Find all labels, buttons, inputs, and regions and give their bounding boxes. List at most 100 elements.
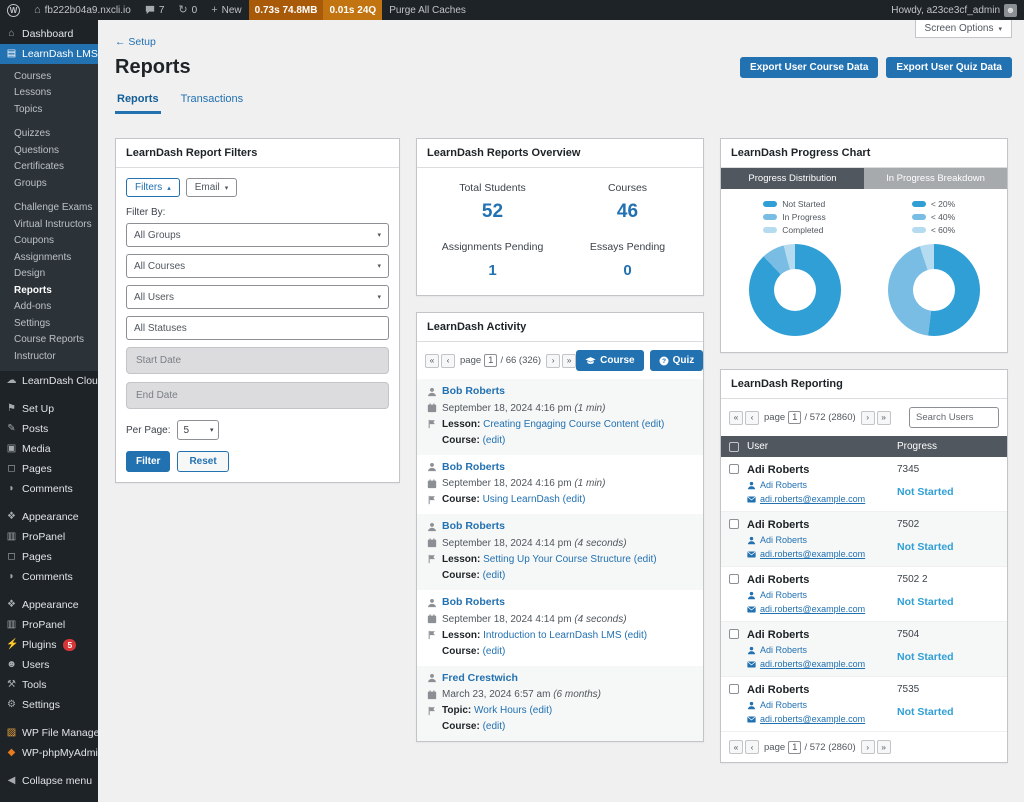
- reset-button[interactable]: Reset: [177, 451, 228, 472]
- new-content-menu[interactable]: + New: [204, 0, 248, 20]
- activity-object-link[interactable]: Introduction to LearnDash LMS: [483, 630, 621, 641]
- sidebar-item-challenge-exams[interactable]: Challenge Exams: [0, 200, 98, 217]
- statuses-select[interactable]: All Statuses: [126, 316, 389, 340]
- user-email-link[interactable]: adi.roberts@example.com: [760, 494, 865, 504]
- sidebar-item-pages[interactable]: ◻Pages: [0, 547, 98, 567]
- activity-object-link[interactable]: Setting Up Your Course Structure: [483, 554, 631, 565]
- groups-select[interactable]: All Groups ▾: [126, 223, 389, 247]
- user-email-link[interactable]: adi.roberts@example.com: [760, 659, 865, 669]
- sidebar-item-assignments[interactable]: Assignments: [0, 249, 98, 266]
- setup-back-link[interactable]: ← Setup: [115, 36, 156, 48]
- user-email-link[interactable]: adi.roberts@example.com: [760, 604, 865, 614]
- prev-page-button[interactable]: ‹: [745, 411, 759, 425]
- sidebar-item-quizzes[interactable]: Quizzes: [0, 126, 98, 143]
- sidebar-item-dashboard[interactable]: ⌂ Dashboard: [0, 24, 98, 44]
- last-page-button[interactable]: »: [877, 740, 891, 754]
- user-profile-link[interactable]: Adi Roberts: [760, 645, 807, 655]
- sidebar-item-media[interactable]: ▣Media: [0, 439, 98, 459]
- row-checkbox[interactable]: [729, 464, 739, 474]
- activity-user-link[interactable]: Fred Crestwich: [442, 672, 518, 686]
- first-page-button[interactable]: «: [729, 411, 743, 425]
- user-profile-link[interactable]: Adi Roberts: [760, 480, 807, 490]
- page-number-input[interactable]: 1: [788, 411, 801, 424]
- edit-link[interactable]: (edit): [483, 570, 506, 581]
- sidebar-item-questions[interactable]: Questions: [0, 142, 98, 159]
- page-number-input[interactable]: 1: [788, 741, 801, 754]
- sidebar-item-comments[interactable]: ◗Comments: [0, 567, 98, 587]
- edit-link[interactable]: (edit): [563, 494, 586, 505]
- sidebar-item-lessons[interactable]: Lessons: [0, 85, 98, 102]
- sidebar-item-wp-file-manager[interactable]: ▨WP File Manager: [0, 723, 98, 743]
- next-page-button[interactable]: ›: [861, 411, 875, 425]
- sidebar-item-users[interactable]: ☻Users: [0, 655, 98, 675]
- sidebar-item-learndash-cloud[interactable]: ☁LearnDash Cloud: [0, 371, 98, 391]
- sidebar-item-groups[interactable]: Groups: [0, 175, 98, 192]
- sidebar-item-set-up[interactable]: ⚑Set Up: [0, 399, 98, 419]
- course-activity-button[interactable]: Course: [576, 350, 643, 371]
- activity-user-link[interactable]: Bob Roberts: [442, 461, 505, 475]
- sidebar-item-comments[interactable]: ◗Comments: [0, 479, 98, 499]
- start-date-input[interactable]: [126, 347, 389, 374]
- filters-toggle-button[interactable]: Filters ▴: [126, 178, 180, 197]
- edit-link[interactable]: (edit): [529, 705, 552, 716]
- sidebar-item-collapse-menu[interactable]: ◀Collapse menu: [0, 771, 98, 791]
- email-dropdown-button[interactable]: Email ▾: [186, 178, 238, 197]
- row-checkbox[interactable]: [729, 684, 739, 694]
- user-profile-link[interactable]: Adi Roberts: [760, 700, 807, 710]
- activity-user-link[interactable]: Bob Roberts: [442, 385, 505, 399]
- user-email-link[interactable]: adi.roberts@example.com: [760, 549, 865, 559]
- sidebar-item-settings[interactable]: ⚙Settings: [0, 695, 98, 715]
- sidebar-item-propanel[interactable]: ▥ProPanel: [0, 615, 98, 635]
- sidebar-item-topics[interactable]: Topics: [0, 101, 98, 118]
- prev-page-button[interactable]: ‹: [745, 740, 759, 754]
- courses-select[interactable]: All Courses ▾: [126, 254, 389, 278]
- per-page-select[interactable]: 5 ▾: [177, 420, 219, 440]
- sidebar-item-coupons[interactable]: Coupons: [0, 233, 98, 250]
- edit-link[interactable]: (edit): [642, 419, 665, 430]
- sidebar-item-learndash-lms[interactable]: ▤ LearnDash LMS: [0, 44, 98, 64]
- row-checkbox[interactable]: [729, 629, 739, 639]
- activity-object-link[interactable]: Creating Engaging Course Content: [483, 419, 639, 430]
- sidebar-item-settings[interactable]: Settings: [0, 315, 98, 332]
- sidebar-item-virtual-instructors[interactable]: Virtual Instructors: [0, 216, 98, 233]
- comments-menu[interactable]: 7: [138, 0, 172, 20]
- sidebar-item-propanel[interactable]: ▥ProPanel: [0, 527, 98, 547]
- sidebar-item-tools[interactable]: ⚒Tools: [0, 675, 98, 695]
- sidebar-item-posts[interactable]: ✎Posts: [0, 419, 98, 439]
- first-page-button[interactable]: «: [729, 740, 743, 754]
- export-user-quiz-data-button[interactable]: Export User Quiz Data: [886, 57, 1012, 78]
- sidebar-item-instructor[interactable]: Instructor: [0, 348, 98, 365]
- user-profile-link[interactable]: Adi Roberts: [760, 535, 807, 545]
- prev-page-button[interactable]: ‹: [441, 354, 455, 368]
- tab-in-progress-breakdown[interactable]: In Progress Breakdown: [864, 168, 1007, 189]
- activity-user-link[interactable]: Bob Roberts: [442, 520, 505, 534]
- user-email-link[interactable]: adi.roberts@example.com: [760, 714, 865, 724]
- last-page-button[interactable]: »: [562, 354, 576, 368]
- next-page-button[interactable]: ›: [546, 354, 560, 368]
- screen-options-button[interactable]: Screen Options ▾: [915, 20, 1012, 38]
- edit-link[interactable]: (edit): [634, 554, 657, 565]
- activity-user-link[interactable]: Bob Roberts: [442, 596, 505, 610]
- users-select[interactable]: All Users ▾: [126, 285, 389, 309]
- export-user-course-data-button[interactable]: Export User Course Data: [740, 57, 878, 78]
- sidebar-item-reports[interactable]: Reports: [0, 282, 98, 299]
- sidebar-item-plugins[interactable]: ⚡Plugins5: [0, 635, 98, 655]
- select-all-checkbox[interactable]: [729, 442, 739, 452]
- next-page-button[interactable]: ›: [861, 740, 875, 754]
- sidebar-item-course-reports[interactable]: Course Reports: [0, 332, 98, 349]
- tab-transactions[interactable]: Transactions: [179, 89, 246, 114]
- sidebar-item-certificates[interactable]: Certificates: [0, 159, 98, 176]
- wordpress-logo[interactable]: W: [0, 0, 27, 20]
- activity-object-link[interactable]: Using LearnDash: [483, 494, 560, 505]
- sidebar-item-appearance[interactable]: ❖Appearance: [0, 595, 98, 615]
- page-number-input[interactable]: 1: [484, 354, 497, 367]
- activity-object-link[interactable]: Work Hours: [474, 705, 527, 716]
- tab-progress-distribution[interactable]: Progress Distribution: [721, 168, 864, 189]
- performance-stats[interactable]: 0.73s 74.8MB 0.01s 24Q: [249, 0, 383, 20]
- end-date-input[interactable]: [126, 382, 389, 409]
- sidebar-item-design[interactable]: Design: [0, 266, 98, 283]
- edit-link[interactable]: (edit): [483, 435, 506, 446]
- search-users-input[interactable]: [909, 407, 999, 428]
- sidebar-item-courses[interactable]: Courses: [0, 68, 98, 85]
- row-checkbox[interactable]: [729, 519, 739, 529]
